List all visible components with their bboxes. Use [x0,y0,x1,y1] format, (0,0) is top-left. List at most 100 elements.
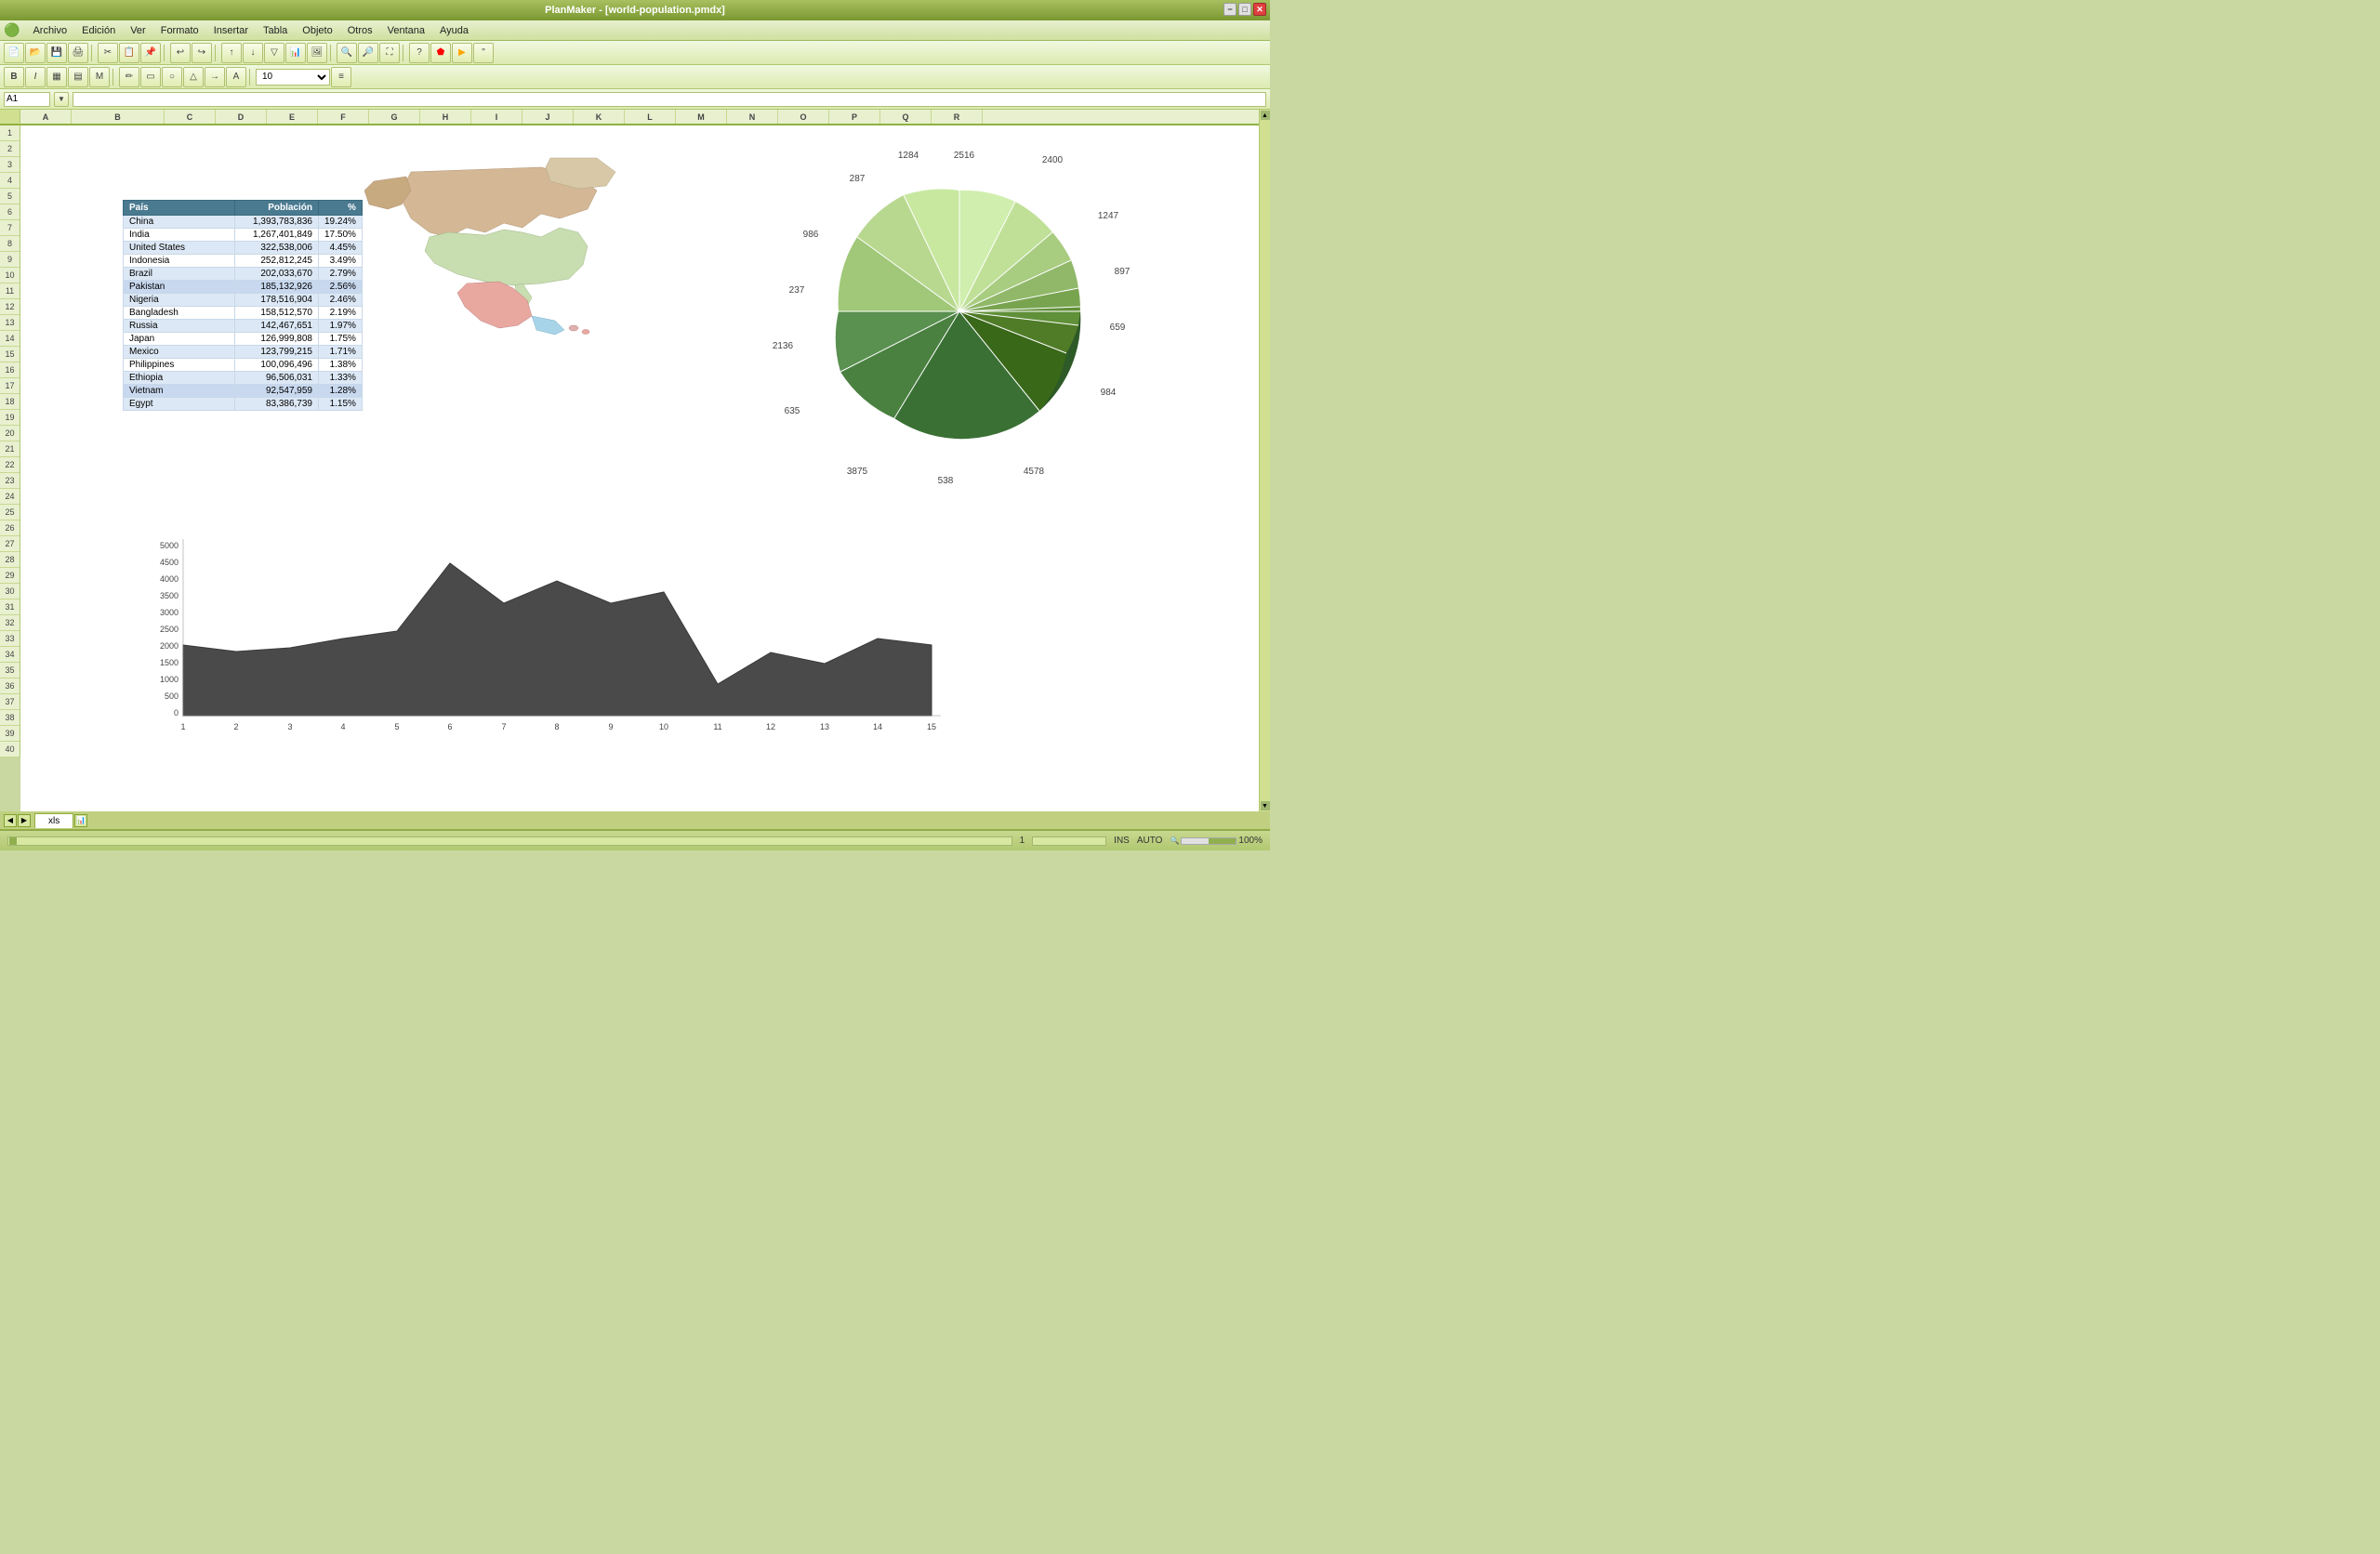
cut-button[interactable]: ✂ [98,43,118,63]
col-header-G[interactable]: G [369,110,420,124]
format4-button[interactable]: M [89,67,110,87]
zoom-slider-track[interactable] [1181,837,1236,845]
image-button[interactable]: 🖼 [307,43,327,63]
row-header-8: 8 [0,236,20,252]
menu-ver[interactable]: Ver [123,23,153,38]
tb-extra1[interactable]: ≡ [331,67,351,87]
grid-scroll[interactable]: País Población % China1,393,783,83619.24… [20,125,1259,811]
y-label-3500: 3500 [160,591,178,600]
cell-reference-input[interactable] [4,92,50,107]
col-header-Q[interactable]: Q [880,110,932,124]
sort-asc-button[interactable]: ↑ [221,43,242,63]
save-button[interactable]: 💾 [46,43,67,63]
row-header-24: 24 [0,489,20,505]
formula-expand-btn[interactable]: ▼ [54,92,69,107]
col-header-F[interactable]: F [318,110,369,124]
row-header-2: 2 [0,141,20,157]
vertical-scrollbar[interactable]: ▲ ▼ [1259,110,1270,811]
sheet-tab-prev[interactable]: ◀ [4,814,17,827]
italic-button[interactable]: I [25,67,46,87]
menu-formato[interactable]: Formato [153,23,206,38]
row-header-14: 14 [0,331,20,347]
paste-button[interactable]: 📌 [140,43,161,63]
y-label-4500: 4500 [160,558,178,567]
zoom-in-button[interactable]: 🔍 [337,43,357,63]
col-header-O[interactable]: O [778,110,829,124]
col-header-B[interactable]: B [72,110,165,124]
sheet-tab-xls[interactable]: xls [34,813,73,828]
formula-input[interactable] [73,92,1266,107]
row-header-12: 12 [0,299,20,315]
bold-button[interactable]: B [4,67,24,87]
help-button[interactable]: ? [409,43,430,63]
maximize-button[interactable]: □ [1238,3,1251,16]
menu-ayuda[interactable]: Ayuda [432,23,476,38]
menu-ventana[interactable]: Ventana [380,23,432,38]
redo-button[interactable]: ↪ [192,43,212,63]
col-header-L[interactable]: L [625,110,676,124]
sheet-tab-icon[interactable]: 📊 [74,814,87,827]
table-row: United States322,538,0064.45% [124,242,363,255]
col-header-R[interactable]: R [932,110,983,124]
zoom-out-button[interactable]: 🔎 [358,43,378,63]
menu-otros[interactable]: Otros [340,23,380,38]
print-button[interactable]: 🖨 [68,43,88,63]
col-header-K[interactable]: K [574,110,625,124]
menu-archivo[interactable]: Archivo [25,23,74,38]
table-row: Pakistan185,132,9262.56% [124,281,363,294]
col-header-N[interactable]: N [727,110,778,124]
new-button[interactable]: 📄 [4,43,24,63]
col-header-C[interactable]: C [165,110,216,124]
run-button[interactable]: ▶ [452,43,472,63]
col-header-P[interactable]: P [829,110,880,124]
col-header-M[interactable]: M [676,110,727,124]
auto-mode: AUTO [1137,836,1163,846]
x-label-2: 2 [233,722,238,731]
col-header-E[interactable]: E [267,110,318,124]
close-button[interactable]: ✕ [1253,3,1266,16]
horizontal-scrollbar[interactable] [7,836,1012,846]
menu-bar: 🟢 Archivo Edición Ver Formato Insertar T… [0,20,1270,41]
col-header-D[interactable]: D [216,110,267,124]
chart-button[interactable]: 📊 [285,43,306,63]
undo-button[interactable]: ↩ [170,43,191,63]
col-header-A[interactable]: A [20,110,72,124]
minimize-button[interactable]: − [1223,3,1236,16]
sep4 [330,45,334,61]
sheet-tab-next[interactable]: ▶ [18,814,31,827]
format3-button[interactable]: ▤ [68,67,88,87]
menu-objeto[interactable]: Objeto [295,23,339,38]
copy-button[interactable]: 📋 [119,43,139,63]
menu-tabla[interactable]: Tabla [256,23,295,38]
cell-population: 178,516,904 [235,294,319,307]
col-header-J[interactable]: J [522,110,574,124]
scroll-down-btn[interactable]: ▼ [1261,801,1270,810]
menu-insertar[interactable]: Insertar [206,23,256,38]
rect-button[interactable]: ▭ [140,67,161,87]
col-header-H[interactable]: H [420,110,471,124]
row-header-31: 31 [0,599,20,615]
draw1-button[interactable]: ✏ [119,67,139,87]
x-label-6: 6 [447,722,452,731]
h-scroll-right[interactable] [1032,836,1106,846]
arrow-button[interactable]: → [205,67,225,87]
shape-button[interactable]: △ [183,67,204,87]
scroll-up-btn[interactable]: ▲ [1261,111,1270,120]
text-button[interactable]: A [226,67,246,87]
x-label-14: 14 [873,722,882,731]
filter-button[interactable]: ▽ [264,43,284,63]
extra-button[interactable]: " [473,43,494,63]
open-button[interactable]: 📂 [25,43,46,63]
ellipse-button[interactable]: ○ [162,67,182,87]
sort-desc-button[interactable]: ↓ [243,43,263,63]
font-size-combo[interactable]: 101112 [256,69,330,86]
row-header-30: 30 [0,584,20,599]
fullscreen-button[interactable]: ⛶ [379,43,400,63]
menu-edicion[interactable]: Edición [74,23,123,38]
sep2 [164,45,167,61]
row-header-32: 32 [0,615,20,631]
row-header-33: 33 [0,631,20,647]
format2-button[interactable]: ▦ [46,67,67,87]
col-header-I[interactable]: I [471,110,522,124]
stop-button[interactable]: ⬟ [430,43,451,63]
